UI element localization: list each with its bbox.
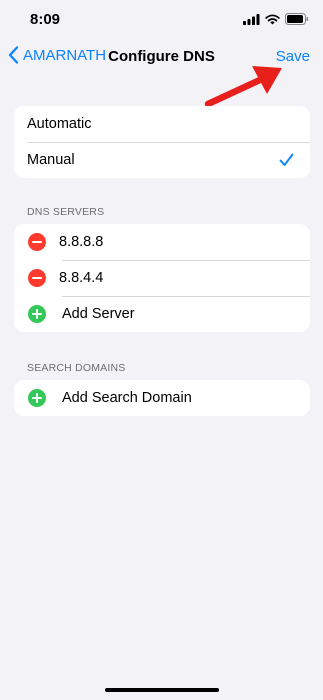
checkmark-icon — [279, 153, 294, 166]
plus-circle-icon — [28, 305, 46, 323]
dns-mode-group: Automatic Manual — [14, 106, 310, 178]
dns-server-row[interactable]: 8.8.4.4 — [14, 260, 310, 296]
back-button-label: AMARNATH — [23, 46, 107, 64]
cellular-signal-icon — [243, 13, 260, 25]
mode-option-label: Automatic — [27, 116, 92, 132]
chevron-left-icon — [8, 46, 19, 64]
status-icons — [243, 13, 309, 25]
home-indicator — [105, 688, 219, 692]
page-title: Configure DNS — [108, 48, 215, 65]
plus-circle-icon — [28, 389, 46, 407]
mode-option-label: Manual — [27, 152, 75, 168]
minus-circle-icon[interactable] — [28, 233, 46, 251]
add-search-domain-button[interactable]: Add Search Domain — [14, 380, 310, 416]
battery-icon — [285, 13, 309, 25]
annotation-arrow-icon — [204, 66, 282, 108]
section-header-search-domains: SEARCH DOMAINS — [27, 362, 126, 374]
wifi-icon — [265, 14, 280, 24]
section-header-dns-servers: DNS SERVERS — [27, 206, 105, 218]
mode-option-automatic[interactable]: Automatic — [14, 106, 310, 142]
back-button[interactable]: AMARNATH — [8, 46, 106, 64]
dns-server-address: 8.8.8.8 — [59, 234, 104, 250]
search-domains-group: Add Search Domain — [14, 380, 310, 416]
add-search-domain-label: Add Search Domain — [62, 390, 192, 406]
minus-circle-icon[interactable] — [28, 269, 46, 287]
status-time: 8:09 — [30, 11, 61, 28]
dns-servers-group: 8.8.8.8 8.8.4.4 Add Server — [14, 224, 310, 332]
add-server-label: Add Server — [62, 306, 135, 322]
dns-server-address: 8.8.4.4 — [59, 270, 104, 286]
add-server-button[interactable]: Add Server — [14, 296, 310, 332]
status-bar: 8:09 — [0, 0, 323, 44]
mode-option-manual[interactable]: Manual — [14, 142, 310, 178]
dns-server-row[interactable]: 8.8.8.8 — [14, 224, 310, 260]
